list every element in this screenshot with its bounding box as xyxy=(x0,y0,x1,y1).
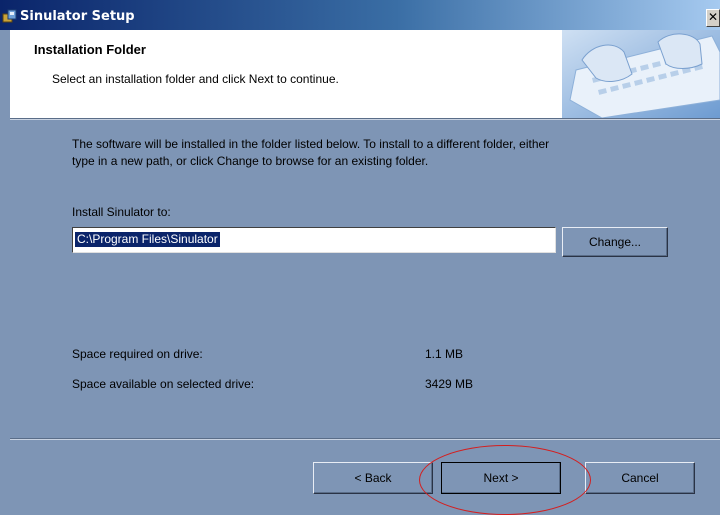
footer-divider xyxy=(10,438,720,440)
description-line: The software will be installed in the fo… xyxy=(72,137,550,151)
page-subtitle: Select an installation folder and click … xyxy=(52,72,339,86)
header-divider xyxy=(10,118,720,120)
space-available-value: 3429 MB xyxy=(425,377,474,391)
back-button[interactable]: < Back xyxy=(313,462,433,494)
cancel-button[interactable]: Cancel xyxy=(585,462,695,494)
install-description: The software will be installed in the fo… xyxy=(72,136,672,170)
install-path-value: C:\Program Files\Sinulator xyxy=(75,232,220,247)
close-button[interactable]: ✕ xyxy=(706,9,720,27)
space-required-label: Space required on drive: xyxy=(72,347,203,361)
next-button[interactable]: Next > xyxy=(441,462,561,494)
change-button[interactable]: Change... xyxy=(562,227,668,257)
keyboard-typing-image xyxy=(562,30,720,118)
header-banner: Installation Folder Select an installati… xyxy=(10,30,720,118)
description-line: type in a new path, or click Change to b… xyxy=(72,154,429,168)
setup-dialog: Sinulator Setup ✕ Installation Folder Se… xyxy=(0,0,720,515)
space-available-label: Space available on selected drive: xyxy=(72,377,255,391)
page-title: Installation Folder xyxy=(34,42,146,57)
space-required-value: 1.1 MB xyxy=(425,347,464,361)
window-title: Sinulator Setup xyxy=(20,9,135,24)
install-path-label: Install Sinulator to: xyxy=(72,205,171,219)
install-path-input[interactable]: C:\Program Files\Sinulator xyxy=(72,227,556,253)
title-bar[interactable]: Sinulator Setup ✕ xyxy=(0,0,720,30)
setup-icon xyxy=(2,9,17,23)
